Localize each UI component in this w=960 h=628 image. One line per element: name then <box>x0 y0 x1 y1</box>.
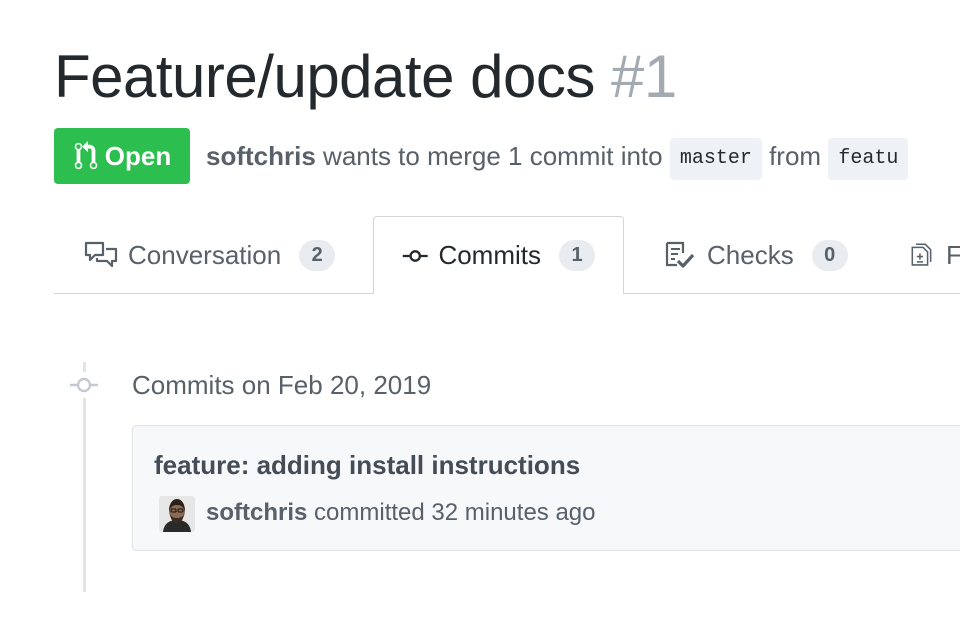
avatar[interactable] <box>159 496 195 532</box>
timeline-commit-icon <box>68 372 100 398</box>
git-pull-request-icon <box>74 141 98 170</box>
git-commit-icon <box>402 249 428 262</box>
tab-label: Checks <box>707 239 794 270</box>
commits-date-heading: Commits on Feb 20, 2019 <box>132 370 432 400</box>
author-link[interactable]: softchris <box>206 141 316 171</box>
tab-checks[interactable]: Checks 0 <box>663 216 848 294</box>
merge-text: wants to merge 1 commit into <box>315 141 670 171</box>
state-badge-open: Open <box>54 128 190 184</box>
pr-meta: Open softchris wants to merge 1 commit i… <box>54 128 960 184</box>
tab-label: F <box>946 239 960 270</box>
base-branch[interactable]: master <box>669 138 762 180</box>
commit-message-link[interactable]: feature: adding install instructions <box>154 450 580 481</box>
tab-commits[interactable]: Commits 1 <box>373 216 624 294</box>
pr-number: #1 <box>611 43 677 110</box>
commit-item: feature: adding install instructions sof… <box>132 425 960 551</box>
tab-label: Commits <box>438 240 541 270</box>
tab-label: Conversation <box>128 239 282 270</box>
tab-counter: 1 <box>559 240 595 271</box>
merge-description: softchris wants to merge 1 commit into m… <box>206 138 909 180</box>
checklist-icon <box>665 241 695 268</box>
tab-files-changed[interactable]: F <box>910 216 960 294</box>
file-diff-icon <box>911 243 932 266</box>
pr-tabs: Conversation 2 Commits 1 Checks 0 F <box>54 216 960 294</box>
from-text: from <box>761 141 829 171</box>
commit-author-link[interactable]: softchris <box>206 499 307 526</box>
comment-discussion-icon <box>84 241 118 268</box>
commit-time: committed 32 minutes ago <box>307 499 596 526</box>
pr-title: Feature/update docs #1 <box>54 40 677 114</box>
state-label: Open <box>104 140 172 171</box>
pr-title-text: Feature/update docs <box>54 43 595 110</box>
tab-counter: 0 <box>811 239 848 271</box>
tab-conversation[interactable]: Conversation 2 <box>84 216 336 294</box>
head-branch[interactable]: featu <box>828 138 909 180</box>
tab-counter: 2 <box>299 239 336 271</box>
commit-meta: softchris committed 32 minutes ago <box>206 499 596 527</box>
